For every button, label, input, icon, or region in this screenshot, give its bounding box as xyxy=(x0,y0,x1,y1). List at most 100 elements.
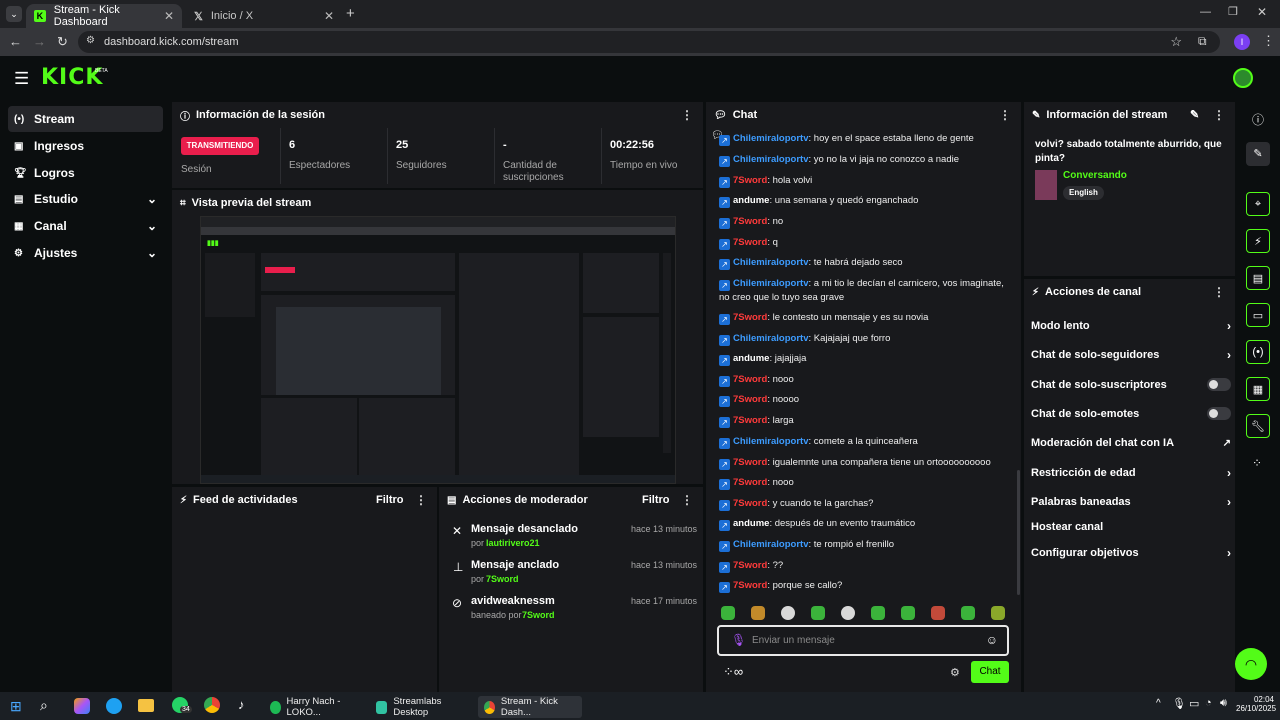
chat-username[interactable]: 7Sword xyxy=(733,237,767,248)
tab-x[interactable]: 𝕏 Inicio / X ✕ xyxy=(186,4,342,28)
emote-icon[interactable] xyxy=(751,606,765,620)
browser-menu-icon[interactable]: ⋮ xyxy=(1262,33,1275,49)
channel-action-emotes-only[interactable]: Chat de solo-emotes xyxy=(1031,407,1231,420)
notes-icon[interactable]: ▤ xyxy=(1246,266,1270,290)
chat-username[interactable]: 7Sword xyxy=(733,580,767,591)
microphone-icon[interactable]: 🎙︎ xyxy=(731,633,746,647)
channel-action-host[interactable]: Hostear canal xyxy=(1031,521,1231,533)
channel-action-subscribers-only[interactable]: Chat de solo-suscriptores xyxy=(1031,378,1231,391)
chat-username[interactable]: Chilemiraloportv xyxy=(733,539,809,550)
mod-action-user[interactable]: 7Sword xyxy=(522,610,555,620)
emote-icon[interactable] xyxy=(931,606,945,620)
extensions-icon[interactable]: ⧉ xyxy=(1198,34,1207,49)
tray-clock[interactable]: 02:04 26/10/2025 xyxy=(1236,695,1276,713)
copilot-icon[interactable] xyxy=(74,698,90,714)
emote-icon[interactable] xyxy=(841,606,855,620)
sidebar-item-estudio[interactable]: ▤ Estudio ⌄ xyxy=(8,186,163,212)
emotes-only-toggle[interactable] xyxy=(1207,407,1231,420)
wrench-icon[interactable]: 🔧︎ xyxy=(1246,414,1270,438)
file-explorer-icon[interactable] xyxy=(138,699,154,712)
windows-start-icon[interactable]: ⊞ xyxy=(10,698,22,715)
sidebar-item-canal[interactable]: ▦ Canal ⌄ xyxy=(8,213,163,239)
chat-username[interactable]: Chilemiraloportv xyxy=(733,333,809,344)
chat-username[interactable]: andume xyxy=(733,353,769,364)
taskbar-app-spotify[interactable]: Harry Nach - LOKO... xyxy=(264,696,366,718)
help-button[interactable]: ◠ xyxy=(1235,648,1267,680)
dots-cluster-icon[interactable]: ⁘ xyxy=(1252,456,1262,470)
emote-icon[interactable] xyxy=(991,606,1005,620)
tab-kick-dashboard[interactable]: K Stream - Kick Dashboard ✕ xyxy=(26,4,182,28)
channel-action-ai-moderation[interactable]: Moderación del chat con IA ↗ xyxy=(1031,437,1231,449)
channel-action-goals[interactable]: Configurar objetivos › xyxy=(1031,546,1231,560)
more-options-icon[interactable]: ⋮ xyxy=(999,108,1011,122)
site-info-icon[interactable]: ⚙ xyxy=(86,35,95,46)
chat-username[interactable]: 7Sword xyxy=(733,394,767,405)
chat-username[interactable]: andume xyxy=(733,195,769,206)
chat-scrollbar[interactable] xyxy=(1017,470,1020,595)
back-icon[interactable]: ← xyxy=(9,34,22,49)
tray-wifi-icon[interactable]: ◔ xyxy=(1205,697,1212,709)
emote-icon[interactable] xyxy=(781,606,795,620)
chat-input-box[interactable]: 🎙︎ Enviar un mensaje ☺ xyxy=(717,625,1009,656)
restore-icon[interactable]: ❐ xyxy=(1228,5,1238,18)
stream-preview-video[interactable]: ▮▮▮ xyxy=(200,216,676,484)
lightning-icon[interactable]: ⚡︎ xyxy=(1246,229,1270,253)
tray-chevron-icon[interactable]: ^ xyxy=(1156,698,1161,709)
chat-username[interactable]: 7Sword xyxy=(733,477,767,488)
broadcast-icon[interactable]: (•) xyxy=(1246,340,1270,364)
channel-action-age-restriction[interactable]: Restricción de edad › xyxy=(1031,466,1231,480)
chat-username[interactable]: 7Sword xyxy=(733,312,767,323)
channel-action-slow-mode[interactable]: Modo lento › xyxy=(1031,319,1231,333)
sidebar-item-logros[interactable]: 🏆︎ Logros xyxy=(8,160,163,186)
channel-action-followers-only[interactable]: Chat de solo-seguidores › xyxy=(1031,348,1231,362)
chat-username[interactable]: Chilemiraloportv xyxy=(733,257,809,268)
search-icon[interactable]: ⌕ xyxy=(40,697,48,714)
tab-search-icon[interactable]: ⌄ xyxy=(6,6,22,22)
sidebar-item-ingresos[interactable]: ▣ Ingresos xyxy=(8,133,163,159)
feed-filter-button[interactable]: Filtro xyxy=(376,494,404,506)
info-icon[interactable]: ⓘ xyxy=(1252,111,1264,128)
chat-username[interactable]: 7Sword xyxy=(733,498,767,509)
category-thumbnail[interactable] xyxy=(1035,170,1057,200)
more-options-icon[interactable]: ⋮ xyxy=(415,493,427,507)
new-tab-icon[interactable]: + xyxy=(346,5,355,22)
chat-username[interactable]: andume xyxy=(733,518,769,529)
more-options-icon[interactable]: ⋮ xyxy=(1213,285,1225,299)
user-avatar[interactable] xyxy=(1233,68,1253,88)
mod-filter-button[interactable]: Filtro xyxy=(642,494,670,506)
chat-username[interactable]: 7Sword xyxy=(733,374,767,385)
reload-icon[interactable]: ↻ xyxy=(57,34,68,50)
tray-mic-icon[interactable]: 🎙︎ xyxy=(1172,697,1186,710)
mod-action-user[interactable]: lautirivero21 xyxy=(486,538,540,548)
minimize-icon[interactable]: — xyxy=(1200,6,1211,18)
points-icon[interactable]: ⁘∞ xyxy=(723,664,743,680)
chat-username[interactable]: 7Sword xyxy=(733,175,767,186)
chat-icon[interactable]: ▭ xyxy=(1246,303,1270,327)
emote-icon[interactable] xyxy=(721,606,735,620)
tray-volume-icon[interactable]: 🔊︎ xyxy=(1220,697,1227,710)
chat-username[interactable]: Chilemiraloportv xyxy=(733,133,809,144)
emote-icon[interactable] xyxy=(811,606,825,620)
emote-icon[interactable] xyxy=(871,606,885,620)
more-options-icon[interactable]: ⋮ xyxy=(681,493,693,507)
subscribers-only-toggle[interactable] xyxy=(1207,378,1231,391)
category-name[interactable]: Conversando xyxy=(1063,170,1127,181)
edge-icon[interactable] xyxy=(106,698,122,714)
more-options-icon[interactable]: ⋮ xyxy=(1213,108,1225,122)
chat-settings-icon[interactable]: ⚙ xyxy=(950,666,960,679)
chat-username[interactable]: 7Sword xyxy=(733,216,767,227)
close-tab-icon[interactable]: ✕ xyxy=(324,9,334,23)
tiktok-icon[interactable]: ♪ xyxy=(238,697,245,712)
send-chat-button[interactable]: Chat xyxy=(971,661,1009,683)
chat-username[interactable]: Chilemiraloportv xyxy=(733,436,809,447)
edit-pencil-icon[interactable]: ✎ xyxy=(1246,142,1270,166)
bookmark-star-icon[interactable]: ☆ xyxy=(1170,34,1182,50)
emote-icon[interactable] xyxy=(901,606,915,620)
channel-action-banned-words[interactable]: Palabras baneadas › xyxy=(1031,495,1231,509)
more-options-icon[interactable]: ⋮ xyxy=(681,108,693,122)
taskbar-app-streamlabs[interactable]: Streamlabs Desktop xyxy=(370,696,474,718)
sidebar-item-stream[interactable]: (•) Stream xyxy=(8,106,163,132)
chat-username[interactable]: 7Sword xyxy=(733,560,767,571)
forward-icon[interactable]: → xyxy=(33,34,46,49)
address-bar[interactable]: ⚙ dashboard.kick.com/stream ☆ xyxy=(78,31,1220,53)
